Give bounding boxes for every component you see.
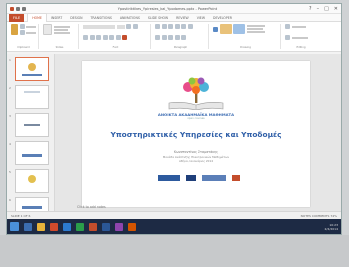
find-icon[interactable] — [285, 24, 290, 29]
cut-icon[interactable] — [19, 24, 25, 29]
slide-number: 5 — [9, 170, 11, 174]
tab-home[interactable]: HOME — [27, 13, 47, 22]
arrange-icon[interactable] — [219, 24, 232, 34]
group-label: Drawing — [240, 46, 251, 49]
group-label: Clipboard — [17, 46, 30, 49]
group-slides: Slides — [41, 24, 79, 49]
slide-thumbnails-pane: 1 2 3 4 5 6 — [7, 54, 55, 221]
copy-icon[interactable] — [19, 30, 25, 35]
slide-title[interactable]: Υποστηρικτικές Υπηρεσίες και Υποδομές — [82, 130, 310, 139]
author-name[interactable]: Κωνσταντίνος Σταματάκης — [82, 150, 310, 154]
title-bar: Ypostiriktikes_Ypiresies_kai_Ypodomes.pp… — [7, 4, 341, 14]
monitor-bezel — [0, 235, 349, 267]
word-icon[interactable] — [102, 222, 110, 231]
slide-number: 2 — [9, 86, 11, 90]
espa-logo-icon — [202, 175, 226, 181]
group-label: Font — [112, 46, 119, 49]
quick-styles-icon[interactable] — [233, 24, 245, 34]
slide-number: 4 — [9, 142, 11, 146]
current-slide[interactable]: ΑΝΟΙΚΤΑ ΑΚΑΔΗΜΑΪΚΑ ΜΑΘΗΜΑΤΑ open courses… — [82, 61, 310, 207]
tab-animations[interactable]: ANIMATIONS — [116, 14, 144, 22]
slide-thumbnail[interactable]: 3 — [9, 113, 49, 137]
explorer-icon[interactable] — [37, 222, 45, 231]
replace-icon[interactable] — [285, 35, 290, 40]
ie-icon[interactable] — [24, 222, 32, 231]
tab-transitions[interactable]: TRANSITIONS — [86, 14, 115, 22]
paste-icon[interactable] — [11, 24, 18, 35]
group-label: Slides — [55, 46, 64, 49]
slide-number: 1 — [9, 58, 11, 62]
quick-access-toolbar — [10, 6, 26, 11]
logo-subtext: open courses — [187, 117, 205, 120]
window-controls: ? – □ ✕ — [309, 6, 338, 12]
slide-thumbnail[interactable]: 4 — [9, 141, 49, 165]
group-drawing: Drawing — [211, 24, 281, 49]
group-label: Paragraph — [173, 46, 188, 49]
ribbon: Clipboard Slides Font Paragraph Drawing … — [7, 22, 341, 52]
tab-developer[interactable]: DEVELOPER — [209, 14, 236, 22]
slide-thumbnail[interactable]: 1 — [9, 57, 49, 81]
tab-file[interactable]: FILE — [9, 13, 25, 22]
tab-insert[interactable]: INSERT — [47, 14, 66, 22]
media-icon[interactable] — [128, 222, 136, 231]
tree-logo-icon — [183, 77, 209, 103]
outlook-icon[interactable] — [63, 222, 71, 231]
tab-view[interactable]: VIEW — [193, 14, 209, 22]
funding-logos — [158, 175, 240, 181]
new-slide-icon[interactable] — [43, 24, 52, 35]
underline-icon[interactable] — [96, 35, 101, 40]
group-font: Font — [81, 24, 151, 49]
chrome-icon[interactable] — [50, 222, 58, 231]
view-controls[interactable]: NOTES COMMENTS 74% — [301, 214, 337, 218]
slide-number: 3 — [9, 114, 11, 118]
notes-placeholder[interactable]: Click to add notes — [77, 205, 106, 209]
eu-flag-icon — [186, 175, 196, 181]
workspace: 1 2 3 4 5 6 ΑΝΟΙΚΤΑ ΑΚΑΔΗΜΑΪΚΑ ΜΑΘΗΜΑΤΑ … — [7, 54, 341, 221]
slide-thumbnail[interactable]: 5 — [9, 169, 49, 193]
powerpoint-window: Ypostiriktikes_Ypiresies_kai_Ypodomes.pp… — [6, 3, 342, 235]
presentation-date[interactable]: Αθήνα, Ιανουάριος 2014 — [82, 159, 310, 163]
group-label: Editing — [296, 46, 306, 49]
slide-thumbnail[interactable]: 2 — [9, 85, 49, 109]
window-title: Ypostiriktikes_Ypiresies_kai_Ypodomes.pp… — [117, 6, 218, 11]
close-button[interactable]: ✕ — [334, 6, 338, 12]
slide-editor: ΑΝΟΙΚΤΑ ΑΚΑΔΗΜΑΪΚΑ ΜΑΘΗΜΑΤΑ open courses… — [55, 54, 341, 211]
ribbon-tabs: FILE HOME INSERT DESIGN TRANSITIONS ANIM… — [7, 13, 341, 22]
group-paragraph: Paragraph — [153, 24, 209, 49]
bold-icon[interactable] — [83, 35, 88, 40]
onenote-icon[interactable] — [115, 222, 123, 231]
shapes-icon[interactable] — [213, 26, 218, 32]
minimize-button[interactable]: – — [317, 6, 320, 12]
start-button-icon[interactable] — [10, 222, 19, 231]
open-book-icon — [168, 102, 224, 110]
slide-number: 6 — [9, 198, 11, 202]
font-color-icon[interactable] — [122, 35, 127, 40]
slide-counter: SLIDE 1 OF 6 — [11, 213, 31, 218]
help-button[interactable]: ? — [309, 6, 312, 12]
group-clipboard: Clipboard — [9, 24, 39, 49]
status-bar: SLIDE 1 OF 6 NOTES COMMENTS 74% — [7, 211, 341, 219]
group-editing: Editing — [283, 24, 319, 49]
tab-review[interactable]: REVIEW — [172, 14, 193, 22]
tab-slide-show[interactable]: SLIDE SHOW — [144, 14, 172, 22]
tab-design[interactable]: DESIGN — [66, 14, 86, 22]
save-icon[interactable] — [10, 6, 14, 11]
excel-icon[interactable] — [76, 222, 84, 231]
taskbar-clock[interactable]: 10:23 2/4/2014 — [325, 223, 338, 231]
maximize-button[interactable]: □ — [324, 6, 329, 12]
windows-taskbar: 10:23 2/4/2014 — [7, 219, 341, 234]
powerpoint-icon[interactable] — [89, 222, 97, 231]
undo-icon[interactable] — [16, 6, 20, 11]
ministry-logo-icon — [232, 175, 240, 181]
eu-logo-icon — [158, 175, 180, 181]
clock-date: 2/4/2014 — [324, 226, 338, 231]
italic-icon[interactable] — [89, 35, 95, 40]
